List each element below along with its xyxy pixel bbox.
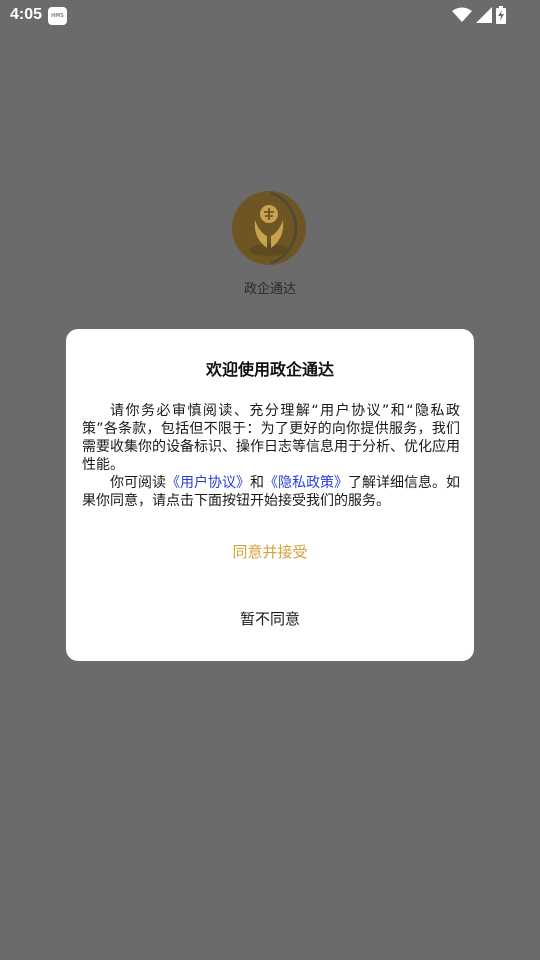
dialog-paragraph-2: 你可阅读《用户协议》和《隐私政策》了解详细信息。如果你同意，请点击下面按钮开始接… — [82, 474, 460, 510]
hms-notification-icon: HMS — [48, 7, 67, 25]
decline-button[interactable]: 暂不同意 — [66, 608, 474, 629]
paragraph-2-prefix: 你可阅读 — [110, 475, 166, 491]
status-bar: 4:05 HMS — [0, 0, 540, 32]
privacy-dialog: 欢迎使用政企通达 请你务必审慎阅读、充分理解“用户协议”和“隐私政策”各条款，包… — [66, 329, 474, 661]
dialog-title: 欢迎使用政企通达 — [205, 360, 334, 379]
splash-area: 政企通达 — [0, 190, 540, 297]
user-agreement-link[interactable]: 《用户协议》 — [166, 475, 250, 491]
dialog-body: 请你务必审慎阅读、充分理解“用户协议”和“隐私政策”各条款，包括但不限于：为了更… — [82, 402, 460, 510]
status-time: 4:05 — [10, 6, 43, 23]
privacy-policy-link[interactable]: 《隐私政策》 — [264, 475, 348, 491]
accept-button[interactable]: 同意并接受 — [66, 541, 474, 562]
app-name: 政企通达 — [243, 282, 296, 297]
app-logo-icon — [231, 190, 309, 268]
signal-icon — [476, 7, 492, 23]
battery-icon — [496, 6, 506, 24]
status-icons — [452, 6, 506, 24]
dialog-paragraph-1: 请你务必审慎阅读、充分理解“用户协议”和“隐私政策”各条款，包括但不限于：为了更… — [82, 403, 460, 473]
paragraph-2-and: 和 — [250, 475, 264, 491]
wifi-icon — [452, 7, 472, 22]
hms-icon-label: HMS — [51, 13, 64, 19]
